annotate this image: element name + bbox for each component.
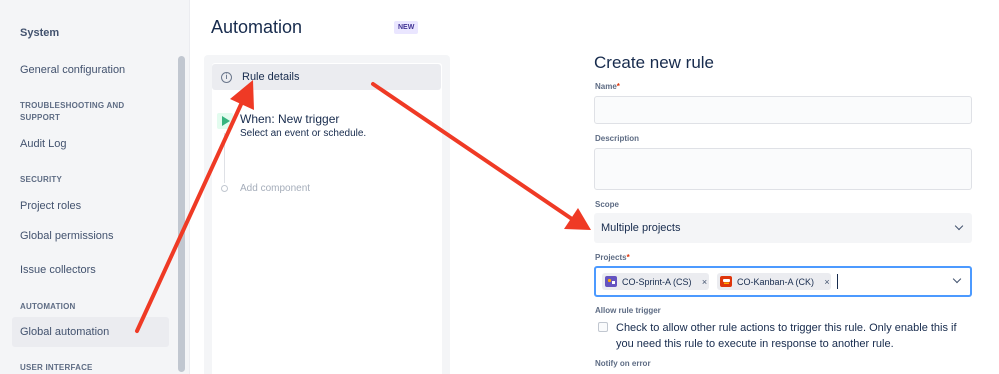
sidebar-item-issue-collectors[interactable]: Issue collectors	[12, 255, 169, 285]
sidebar-section-troubleshooting: TROUBLESHOOTING AND SUPPORT	[20, 101, 125, 122]
rule-details-item[interactable]: i Rule details	[212, 64, 441, 90]
sidebar-item-label: General configuration	[20, 64, 126, 76]
component-connector	[224, 133, 225, 183]
sidebar-item-general-configuration[interactable]: General configuration	[12, 55, 169, 85]
trigger-subtitle: Select an event or schedule.	[240, 128, 367, 139]
page-title: Automation	[211, 17, 303, 37]
allow-trigger-checkbox[interactable]	[598, 322, 608, 332]
name-field[interactable]	[594, 96, 972, 124]
sidebar-item-global-permissions[interactable]: Global permissions	[12, 221, 169, 251]
sidebar-item-label: Global permissions	[20, 230, 114, 242]
form-title: Create new rule	[594, 53, 715, 72]
sidebar-item-label: Project roles	[20, 200, 82, 212]
rule-card: i Rule details When: New trigger Select …	[212, 63, 442, 374]
project-tag-label: CO-Kanban-A (CK)	[737, 276, 815, 287]
trigger-title[interactable]: When: New trigger	[240, 112, 339, 126]
description-field[interactable]	[594, 148, 972, 190]
sidebar-section-security: SECURITY	[20, 175, 63, 184]
sidebar: System General configuration TROUBLESHOO…	[0, 0, 190, 374]
description-label: Description	[595, 134, 640, 143]
text-cursor	[837, 274, 838, 289]
new-badge: NEW	[394, 21, 419, 34]
projects-multiselect[interactable]: CO-Sprint-A (CS) × CO-Kanban-A (CK) ×	[594, 266, 972, 297]
play-icon	[217, 113, 233, 129]
scope-select[interactable]: Multiple projects	[594, 213, 972, 243]
project-tag-sprint: CO-Sprint-A (CS) ×	[602, 273, 709, 290]
sidebar-section-user-interface: USER INTERFACE	[20, 363, 93, 372]
sidebar-item-project-roles[interactable]: Project roles	[12, 191, 169, 221]
chevron-down-icon	[954, 221, 964, 231]
kanban-project-icon	[720, 276, 732, 287]
allow-trigger-label: Allow rule trigger	[595, 306, 661, 315]
required-marker: *	[616, 82, 620, 91]
required-marker: *	[626, 253, 630, 262]
scope-value: Multiple projects	[601, 222, 681, 234]
sidebar-item-label: Audit Log	[20, 138, 67, 150]
close-icon[interactable]: ×	[701, 277, 709, 287]
name-label: Name*	[595, 82, 620, 91]
add-component-dot-icon	[221, 185, 228, 192]
sprint-project-icon	[605, 276, 617, 287]
scope-label: Scope	[595, 200, 620, 209]
notify-label: Notify on error	[595, 359, 651, 368]
project-tag-kanban: CO-Kanban-A (CK) ×	[717, 273, 832, 290]
projects-label-text: Projects	[595, 253, 627, 262]
sidebar-title: System	[20, 27, 60, 39]
close-icon[interactable]: ×	[823, 277, 831, 287]
add-component-button[interactable]: Add component	[240, 183, 310, 194]
project-tag-label: CO-Sprint-A (CS)	[622, 276, 692, 287]
projects-label: Projects*	[595, 253, 630, 262]
rule-builder-panel: i Rule details When: New trigger Select …	[204, 55, 450, 374]
rule-details-label: Rule details	[242, 71, 300, 83]
info-icon: i	[221, 71, 232, 83]
sidebar-item-global-automation[interactable]: Global automation	[12, 317, 169, 347]
chevron-down-icon[interactable]	[952, 274, 962, 284]
name-label-text: Name	[595, 82, 617, 91]
allow-trigger-description: Check to allow other rule actions to tri…	[616, 322, 957, 350]
sidebar-item-audit-log[interactable]: Audit Log	[12, 129, 169, 159]
sidebar-item-label: Issue collectors	[20, 264, 96, 276]
sidebar-section-automation: AUTOMATION	[20, 302, 76, 311]
sidebar-scrollbar[interactable]	[178, 56, 185, 372]
sidebar-item-label: Global automation	[20, 326, 110, 338]
